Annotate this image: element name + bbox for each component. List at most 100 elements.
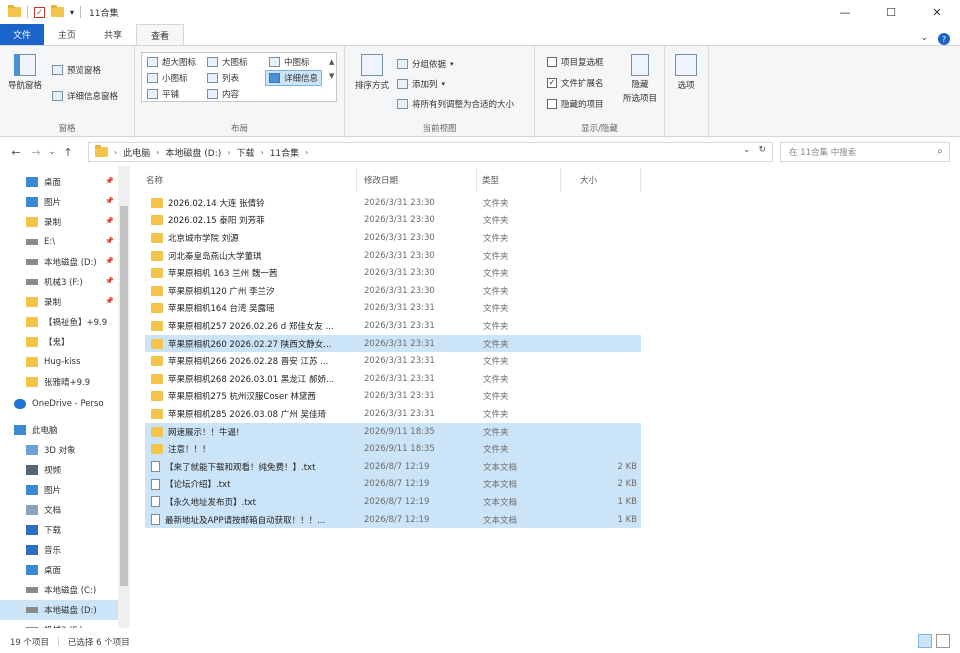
help-icon[interactable]: ? (938, 33, 950, 45)
file-row[interactable]: 苹果原相机120 广州 李兰汐 2026/3/31 23:30 文件夹 (145, 282, 641, 300)
breadcrumb-this-pc[interactable]: 此电脑 (123, 146, 150, 159)
size-columns-button[interactable]: 将所有列调整为合适的大小 (397, 98, 514, 110)
chevron-right-icon[interactable]: › (305, 148, 308, 157)
sort-by-button[interactable]: 排序方式 (351, 54, 393, 91)
sidebar-item[interactable]: 机械3 (F:) 📌 (0, 272, 118, 292)
details-pane-button[interactable]: 详细信息窗格 (52, 90, 118, 102)
column-header-type[interactable]: 类型 (482, 170, 499, 190)
chevron-right-icon[interactable]: › (156, 148, 159, 157)
file-row[interactable]: 苹果原相机275 杭州汉服Coser 林黛茜 2026/3/31 23:31 文件夹 (145, 388, 641, 406)
sidebar-item[interactable]: OneDrive - Perso (0, 394, 118, 414)
sidebar-item[interactable]: 视频 (0, 460, 118, 480)
file-extensions-checkbox[interactable]: ✓ (547, 78, 557, 88)
sidebar-item[interactable]: 本地磁盘 (C:) (0, 580, 118, 600)
sidebar-item[interactable]: 音乐 (0, 540, 118, 560)
sidebar-item[interactable]: 【鬼】 (0, 332, 118, 352)
sidebar-item[interactable]: 此电脑 (0, 420, 118, 440)
sidebar-item[interactable]: 文档 (0, 500, 118, 520)
sidebar-item[interactable]: E:\ 📌 (0, 232, 118, 252)
chevron-right-icon[interactable]: › (261, 148, 264, 157)
breadcrumb-current[interactable]: 11合集 (270, 146, 299, 159)
navigation-pane-button[interactable]: 导航窗格 (6, 54, 44, 91)
file-row[interactable]: 苹果原相机268 2026.03.01 黑龙江 郝娇... 2026/3/31 2… (145, 370, 641, 388)
ribbon-collapse-icon[interactable]: ⌄ (920, 33, 928, 45)
file-row[interactable]: 【永久地址发布页】.txt 2026/8/7 12:19 文本文档 1 KB (145, 493, 641, 511)
sidebar-item[interactable]: Hug-kiss (0, 352, 118, 372)
file-row[interactable]: 【来了就能下载和观看！纯免费！】.txt 2026/8/7 12:19 文本文档 2 … (145, 458, 641, 476)
file-row[interactable]: 苹果原相机257 2026.02.26 d 郑佳女友 ... 2026/3/31 … (145, 317, 641, 335)
sidebar-item[interactable]: 录制 📌 (0, 212, 118, 232)
tab-share[interactable]: 共享 (90, 24, 136, 45)
file-row[interactable]: 苹果原相机 163 兰州 魏一茜 2026/3/31 23:30 文件夹 (145, 264, 641, 282)
hide-selected-button[interactable]: 隐藏 所选项目 (623, 54, 657, 104)
sidebar-item[interactable]: 图片 (0, 480, 118, 500)
layout-details[interactable]: 详细信息 (265, 70, 323, 86)
tab-view[interactable]: 查看 (136, 24, 185, 45)
refresh-icon[interactable]: ↻ (758, 145, 766, 155)
layout-small-icons[interactable]: 小图标 (147, 72, 188, 84)
column-header-name[interactable]: 名称 (146, 170, 163, 190)
address-field[interactable]: › 此电脑 › 本地磁盘 (D:) › 下载 › 11合集 › ⌄ ↻ (88, 142, 773, 162)
search-input[interactable]: 在 11合集 中搜索 ⌕ (780, 142, 950, 162)
layout-tiles[interactable]: 平铺 (147, 88, 179, 100)
file-row[interactable]: 最新地址及APP请按邮箱自动获取！！！... 2026/8/7 12:19 文本文档… (145, 510, 641, 529)
sidebar-item[interactable]: 【禍祉鱼】+9.9 (0, 312, 118, 332)
file-row[interactable]: 2026.02.15 泰阳 刘芳菲 2026/3/31 23:30 文件夹 (145, 212, 641, 230)
file-row[interactable]: 苹果原相机260 2026.02.27 陕西文静女... 2026/3/31 23… (145, 334, 641, 353)
sidebar-item[interactable]: 本地磁盘 (D:) (0, 600, 118, 620)
breadcrumb-drive-d[interactable]: 本地磁盘 (D:) (165, 146, 221, 159)
add-columns-button[interactable]: 添加列 ▾ (397, 78, 445, 90)
column-divider[interactable] (356, 168, 357, 192)
scroll-down-icon[interactable]: ▼ (329, 72, 334, 80)
file-row[interactable]: 苹果原相机266 2026.02.28 晋安 江苏 ... 2026/3/31 2… (145, 352, 641, 370)
chevron-right-icon[interactable]: › (114, 148, 117, 157)
sidebar-item[interactable]: 录制 📌 (0, 292, 118, 312)
file-row[interactable]: 北京城市学院 刘源 2026/3/31 23:30 文件夹 (145, 229, 641, 247)
up-button[interactable]: ↑ (58, 146, 78, 159)
close-button[interactable]: ✕ (914, 0, 960, 24)
maximize-button[interactable]: ☐ (868, 0, 914, 24)
layout-list[interactable]: 列表 (207, 72, 239, 84)
column-divider[interactable] (640, 168, 641, 192)
group-by-button[interactable]: 分组依据 ▾ (397, 58, 454, 70)
hidden-items-checkbox[interactable] (547, 99, 557, 109)
details-view-icon[interactable] (918, 634, 932, 648)
minimize-button[interactable]: — (822, 0, 868, 24)
sidebar-item[interactable]: 桌面 (0, 560, 118, 580)
chevron-right-icon[interactable]: › (227, 148, 230, 157)
recent-locations-button[interactable]: ⌄ (46, 147, 58, 157)
tab-file[interactable]: 文件 (0, 24, 44, 45)
file-row[interactable]: 苹果原相机285 2026.03.08 广州 吴佳琦 2026/3/31 23:3… (145, 405, 641, 423)
column-header-size[interactable]: 大小 (580, 170, 597, 190)
file-extensions-toggle[interactable]: ✓ 文件扩展名 (547, 77, 604, 89)
sidebar-item[interactable]: 机械3 (F:) (0, 620, 118, 628)
file-row[interactable]: 苹果原相机164 台湾 吴露瑶 2026/3/31 23:31 文件夹 (145, 300, 641, 318)
nav-scrollbar[interactable] (118, 166, 130, 628)
file-row[interactable]: 网速展示！！牛逼! 2026/9/11 18:35 文件夹 (145, 422, 641, 441)
sidebar-item[interactable]: 桌面 📌 (0, 172, 118, 192)
layout-large-icons[interactable]: 大图标 (207, 56, 248, 68)
item-checkboxes-toggle[interactable]: 项目复选框 (547, 56, 604, 68)
file-row[interactable]: 注意！！！ 2026/9/11 18:35 文件夹 (145, 440, 641, 458)
file-row[interactable]: 【论坛介绍】.txt 2026/8/7 12:19 文本文档 2 KB (145, 475, 641, 494)
large-icons-view-icon[interactable] (936, 634, 950, 648)
back-button[interactable]: ← (6, 146, 26, 159)
sidebar-item[interactable]: 3D 对象 (0, 440, 118, 460)
sidebar-item[interactable]: 本地磁盘 (D:) 📌 (0, 252, 118, 272)
tab-home[interactable]: 主页 (44, 24, 90, 45)
options-button[interactable]: 选项 (675, 54, 697, 91)
address-dropdown-icon[interactable]: ⌄ (743, 145, 751, 155)
column-divider[interactable] (560, 168, 561, 192)
sidebar-item[interactable]: 张雅晴+9.9 (0, 372, 118, 392)
breadcrumb-downloads[interactable]: 下载 (236, 146, 254, 159)
column-divider[interactable] (476, 168, 477, 192)
layout-extra-large-icons[interactable]: 超大图标 (147, 56, 196, 68)
column-header-date[interactable]: 修改日期 (364, 170, 398, 190)
properties-icon[interactable]: ✓ (34, 6, 45, 18)
layout-medium-icons[interactable]: 中图标 (269, 56, 310, 68)
item-checkboxes-checkbox[interactable] (547, 57, 557, 67)
new-folder-icon[interactable] (51, 5, 64, 17)
forward-button[interactable]: → (26, 146, 46, 159)
file-row[interactable]: 河北秦皇岛燕山大学董琪 2026/3/31 23:30 文件夹 (145, 247, 641, 265)
search-icon[interactable]: ⌕ (937, 146, 943, 157)
